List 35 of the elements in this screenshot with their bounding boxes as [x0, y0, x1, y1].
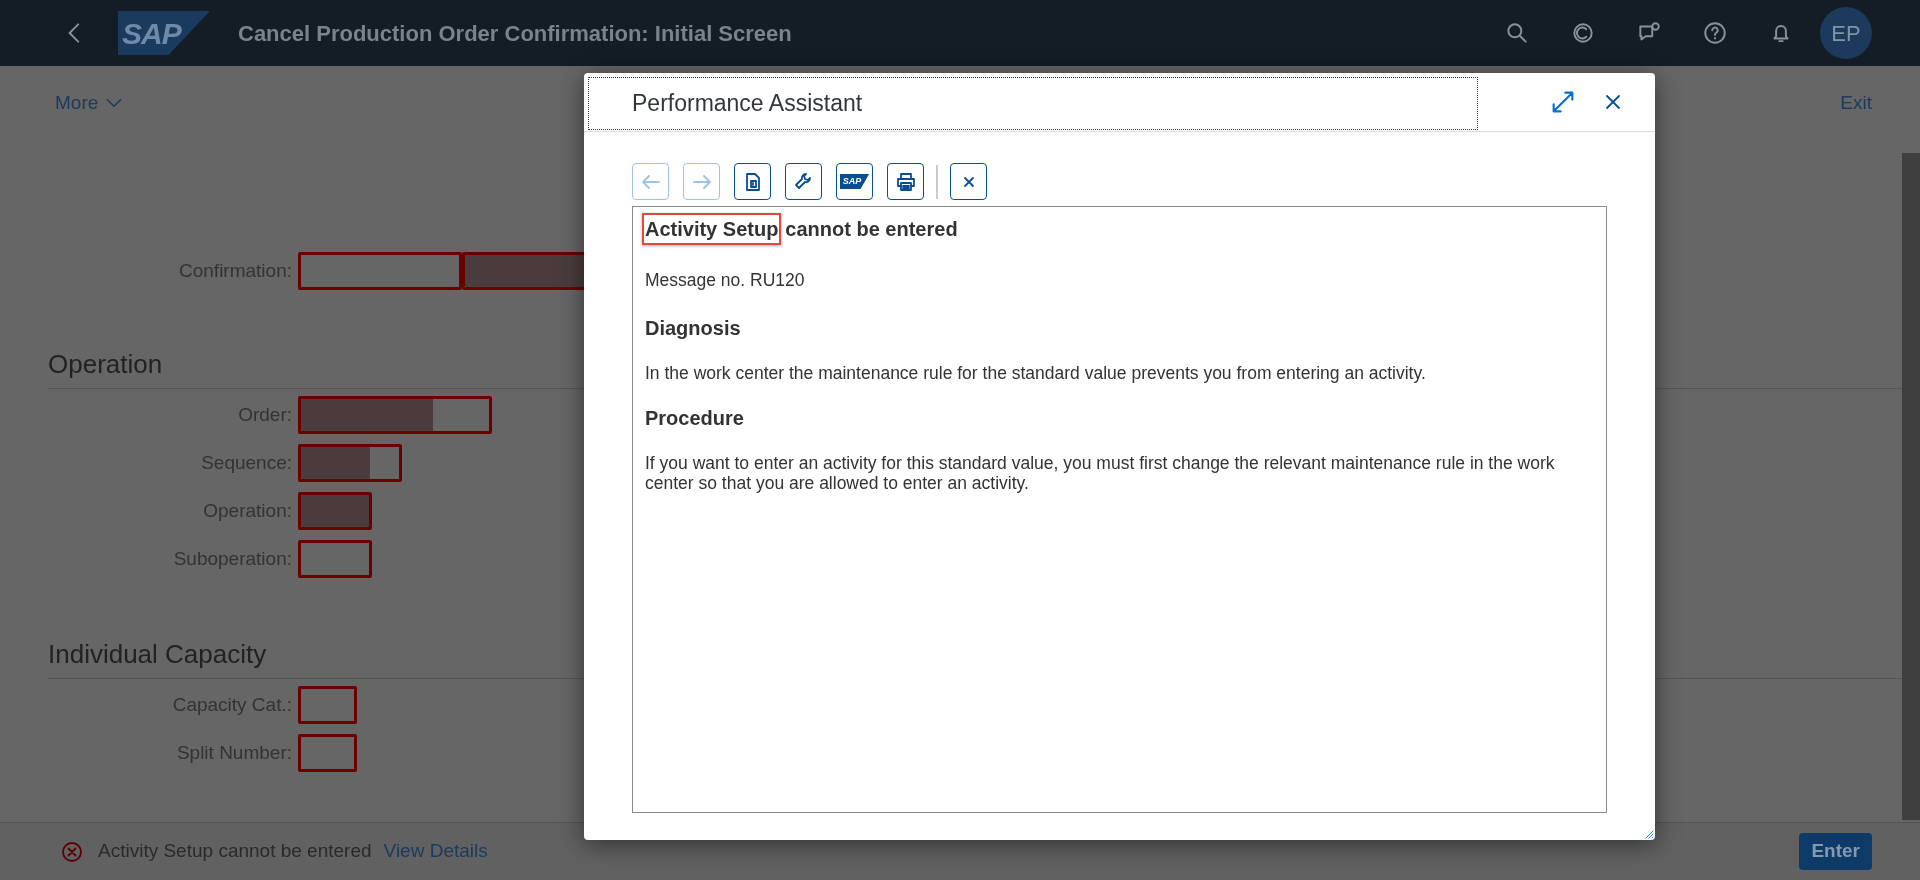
- enter-button[interactable]: Enter: [1799, 833, 1872, 870]
- avatar[interactable]: EP: [1820, 7, 1872, 59]
- dialog-title: Performance Assistant: [588, 76, 1478, 130]
- help-icon[interactable]: [1702, 20, 1728, 46]
- input-field[interactable]: [298, 734, 357, 772]
- input-field[interactable]: [298, 252, 462, 290]
- ring-icon[interactable]: [1570, 20, 1596, 46]
- message-text: In the work center the maintenance rule for the standard value prevents you from entering an activity.: [645, 363, 1427, 384]
- sap-button[interactable]: SAP: [836, 163, 873, 200]
- message-title: cannot be entered: [785, 217, 958, 242]
- message-heading: Procedure: [645, 406, 745, 432]
- exit-button[interactable]: Exit: [1840, 88, 1872, 118]
- close-button[interactable]: [950, 163, 987, 200]
- redacted-value: [301, 495, 369, 527]
- status-message: Activity Setup cannot be entered: [98, 839, 372, 864]
- print-button[interactable]: [887, 163, 924, 200]
- input-field[interactable]: [298, 492, 372, 530]
- view-details-link[interactable]: View Details: [383, 837, 488, 866]
- input-field[interactable]: [298, 444, 402, 482]
- highlighted-text: Activity Setup: [642, 213, 782, 245]
- wrench-button[interactable]: [785, 163, 822, 200]
- search-icon[interactable]: [1504, 20, 1530, 46]
- document-button[interactable]: [734, 163, 771, 200]
- logo[interactable]: SAP: [118, 11, 210, 55]
- error-icon: [60, 839, 84, 864]
- message-heading: Diagnosis: [645, 316, 742, 342]
- more-menu-button[interactable]: More: [55, 88, 125, 118]
- app-title: Cancel Production Order Confirmation: Initial Screen: [238, 19, 792, 48]
- input-field[interactable]: [298, 540, 372, 578]
- message-text: If you want to enter an activity for this standard value, you must first change the relevant maintenance rule in the work center so that you are allowed to enter an activity.: [645, 453, 1556, 494]
- message-number: Message no. RU120: [645, 269, 806, 292]
- input-field[interactable]: [298, 396, 492, 434]
- scrollbar[interactable]: [1902, 153, 1920, 820]
- input-field[interactable]: [298, 686, 357, 724]
- redacted-value: [301, 447, 370, 479]
